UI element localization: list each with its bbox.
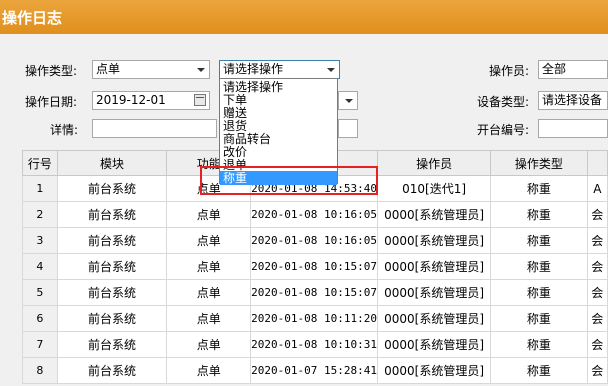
op-type-cell: 称重 [490, 227, 588, 254]
function-cell: 点单 [166, 201, 252, 228]
table-row[interactable]: 3 前台系统 点单 2020-01-08 10:16:05 0000[系统管理员… [22, 227, 608, 254]
platform-no-input[interactable] [538, 119, 608, 138]
end-date-field[interactable] [338, 91, 358, 110]
op-type-cell: 称重 [490, 305, 588, 332]
extra-cell: 会 [586, 253, 608, 280]
module-cell: 前台系统 [56, 331, 168, 358]
extra-cell: 会 [586, 305, 608, 332]
extra-cell: 会 [586, 357, 608, 384]
header-row-no[interactable]: 行号 [22, 150, 58, 176]
operator-cell: 0000[系统管理员] [376, 357, 492, 384]
extra-cell: 会 [586, 201, 608, 228]
time-cell: 2020-01-07 15:28:41 [250, 357, 378, 384]
operator-label: 操作员: [489, 64, 530, 78]
module-cell: 前台系统 [56, 279, 168, 306]
detail-label: 详情: [50, 123, 79, 137]
op-type-value: 点单 [96, 62, 121, 76]
detail-input-extension[interactable] [338, 119, 358, 138]
time-cell: 2020-01-08 10:16:05 [250, 227, 378, 254]
operator-value: 全部 [542, 62, 567, 76]
function-cell: 点单 [166, 305, 252, 332]
function-cell: 点单 [166, 227, 252, 254]
chevron-down-icon[interactable] [323, 61, 339, 78]
row-number: 5 [22, 279, 58, 306]
op-action-select[interactable]: 请选择操作 [219, 60, 340, 79]
op-type-label: 操作类型: [25, 64, 78, 78]
module-cell: 前台系统 [56, 175, 168, 202]
table-row[interactable]: 8 前台系统 点单 2020-01-07 15:28:41 0000[系统管理员… [22, 357, 608, 384]
row-number: 3 [22, 227, 58, 254]
op-type-cell: 称重 [490, 175, 588, 202]
extra-cell: 会 [586, 331, 608, 358]
module-cell: 前台系统 [56, 253, 168, 280]
module-cell: 前台系统 [56, 357, 168, 384]
time-cell: 2020-01-08 10:15:07 [250, 253, 378, 280]
table-row[interactable]: 6 前台系统 点单 2020-01-08 10:11:20 0000[系统管理员… [22, 305, 608, 332]
detail-input[interactable] [92, 119, 217, 138]
title-bar: 操作日志 [0, 0, 608, 34]
time-cell: 2020-01-08 10:16:05 [250, 201, 378, 228]
module-cell: 前台系统 [56, 201, 168, 228]
operator-cell: 0000[系统管理员] [376, 279, 492, 306]
op-type-cell: 称重 [490, 357, 588, 384]
dropdown-option[interactable]: 请选择操作 [220, 80, 337, 94]
row-number: 1 [22, 175, 58, 202]
device-type-value: 请选择设备 [542, 93, 603, 107]
function-cell: 点单 [166, 331, 252, 358]
operator-select[interactable]: 全部 [538, 60, 608, 79]
window-title: 操作日志 [2, 9, 63, 27]
extra-cell: 会 [586, 227, 608, 254]
row-number: 6 [22, 305, 58, 332]
function-cell: 点单 [166, 357, 252, 384]
op-date-label: 操作日期: [25, 95, 78, 109]
operator-cell: 0000[系统管理员] [376, 331, 492, 358]
op-date-value: 2019-12-01 [96, 93, 166, 107]
header-module[interactable]: 模块 [56, 150, 168, 176]
dropdown-option[interactable]: 下单 [220, 93, 337, 107]
op-type-cell: 称重 [490, 253, 588, 280]
time-cell: 2020-01-08 10:10:31 [250, 331, 378, 358]
table-row[interactable]: 2 前台系统 点单 2020-01-08 10:16:05 0000[系统管理员… [22, 201, 608, 228]
operator-cell: 0000[系统管理员] [376, 253, 492, 280]
op-date-field[interactable]: 2019-12-01 [92, 91, 210, 110]
row-number: 2 [22, 201, 58, 228]
op-action-value: 请选择操作 [223, 62, 284, 76]
device-type-select[interactable]: 请选择设备 [538, 91, 608, 110]
dropdown-option[interactable]: 改价 [220, 145, 337, 159]
table-row[interactable]: 4 前台系统 点单 2020-01-08 10:15:07 0000[系统管理员… [22, 253, 608, 280]
extra-cell: A [586, 175, 608, 202]
row-number: 7 [22, 331, 58, 358]
operator-cell: 0000[系统管理员] [376, 201, 492, 228]
operator-cell: 010[迭代1] [376, 175, 492, 202]
dropdown-option[interactable]: 赠送 [220, 106, 337, 120]
row-number: 4 [22, 253, 58, 280]
function-cell: 点单 [166, 253, 252, 280]
header-extra[interactable] [586, 150, 608, 176]
header-operator[interactable]: 操作员 [376, 150, 492, 176]
time-cell: 2020-01-08 10:15:07 [250, 279, 378, 306]
function-cell: 点单 [166, 279, 252, 306]
dropdown-option[interactable]: 商品转台 [220, 132, 337, 146]
row-number: 8 [22, 357, 58, 384]
module-cell: 前台系统 [56, 227, 168, 254]
operator-cell: 0000[系统管理员] [376, 305, 492, 332]
dropdown-option[interactable]: 退货 [220, 119, 337, 133]
chevron-down-icon[interactable] [193, 61, 209, 78]
table-row[interactable]: 7 前台系统 点单 2020-01-08 10:10:31 0000[系统管理员… [22, 331, 608, 358]
op-type-cell: 称重 [490, 331, 588, 358]
op-type-cell: 称重 [490, 201, 588, 228]
module-cell: 前台系统 [56, 305, 168, 332]
highlight-annotation-box [200, 166, 378, 195]
platform-no-label: 开台编号: [477, 123, 530, 137]
header-op-type[interactable]: 操作类型 [490, 150, 588, 176]
operator-cell: 0000[系统管理员] [376, 227, 492, 254]
time-cell: 2020-01-08 10:11:20 [250, 305, 378, 332]
table-row[interactable]: 5 前台系统 点单 2020-01-08 10:15:07 0000[系统管理员… [22, 279, 608, 306]
calendar-icon[interactable] [194, 94, 206, 106]
extra-cell: 会 [586, 279, 608, 306]
chevron-down-icon[interactable] [341, 92, 357, 109]
device-type-label: 设备类型: [477, 95, 530, 109]
op-type-select[interactable]: 点单 [92, 60, 210, 79]
op-type-cell: 称重 [490, 279, 588, 306]
